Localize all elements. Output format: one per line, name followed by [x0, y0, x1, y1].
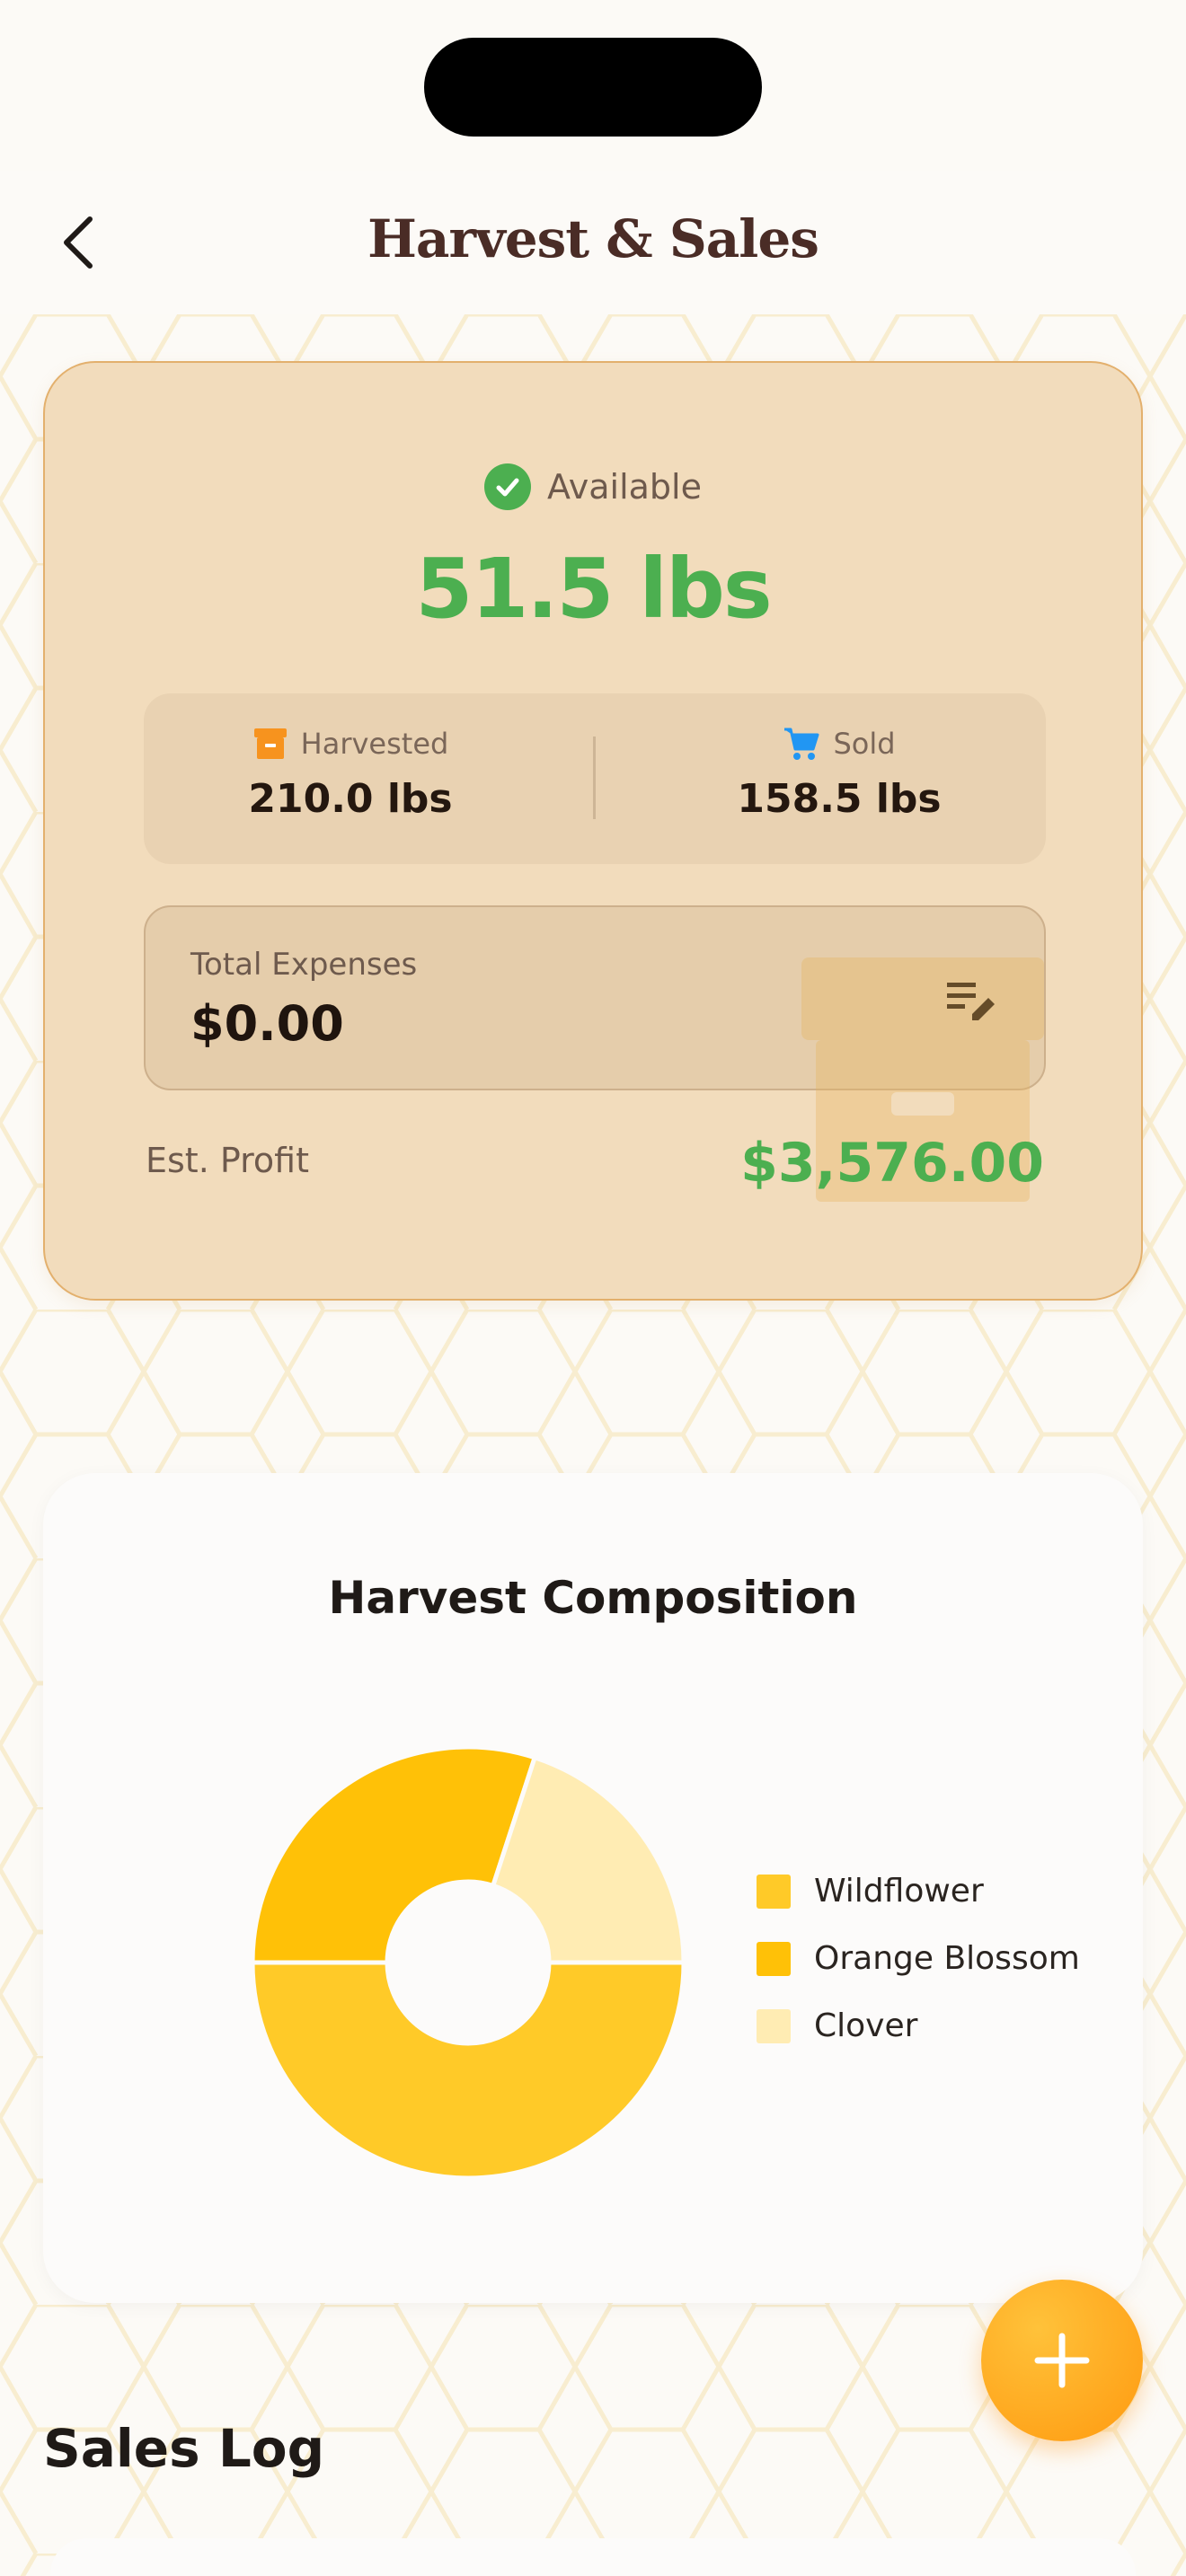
available-row: Available — [45, 463, 1141, 510]
stats-divider — [593, 737, 596, 819]
sold-stat: Sold 158.5 lbs — [633, 726, 1046, 822]
legend-swatch — [757, 1874, 791, 1909]
available-value: 51.5 lbs — [415, 541, 772, 637]
check-circle-icon — [483, 463, 531, 510]
harvested-stat: Harvested 210.0 lbs — [144, 726, 557, 822]
shopping-cart-icon — [784, 728, 819, 760]
expenses-value: $0.00 — [190, 995, 344, 1052]
profit-label: Est. Profit — [146, 1141, 309, 1180]
harvest-composition-card: Harvest Composition Wildflower Orange Blo… — [43, 1473, 1143, 2303]
page-title: Harvest & Sales — [367, 208, 819, 269]
inventory-summary-card: Available 51.5 lbs Harvested 210.0 lbs S… — [43, 361, 1143, 1301]
legend-swatch — [757, 1941, 791, 1976]
donut-slice-orange-blossom — [250, 1744, 538, 1965]
header-bar: Harvest & Sales — [0, 171, 1186, 314]
legend-label: Orange Blossom — [814, 1940, 1080, 1977]
harvested-value: 210.0 lbs — [248, 776, 453, 822]
donut-slice-wildflower — [250, 1960, 686, 2181]
expenses-label: Total Expenses — [190, 947, 418, 983]
sales-log-title: Sales Log — [43, 2418, 325, 2479]
legend-label: Wildflower — [814, 1873, 984, 1910]
available-label: Available — [546, 467, 702, 507]
composition-title: Harvest Composition — [328, 1572, 858, 1624]
add-sale-button[interactable] — [981, 2280, 1143, 2441]
archive-box-icon — [253, 728, 287, 759]
legend-swatch — [757, 2008, 791, 2043]
legend-item: Wildflower — [757, 1857, 1080, 1925]
dynamic-island — [424, 38, 762, 137]
sold-value: 158.5 lbs — [737, 776, 942, 822]
legend-label: Clover — [814, 2007, 918, 2044]
stats-box: Harvested 210.0 lbs Sold 158.5 lbs — [144, 693, 1046, 864]
legend-item: Clover — [757, 1992, 1080, 2060]
page: Harvest & Sales Available 51.5 lbs Harve… — [0, 0, 1186, 2576]
profit-value: $3,576.00 — [740, 1132, 1044, 1195]
plus-icon — [1034, 2333, 1090, 2388]
legend-item: Orange Blossom — [757, 1925, 1080, 1992]
sales-log-card — [50, 2538, 1136, 2576]
harvested-label: Harvested — [300, 727, 449, 761]
sold-label: Sold — [833, 727, 896, 761]
donut-chart — [250, 1744, 686, 2181]
chart-legend: Wildflower Orange Blossom Clover — [757, 1857, 1080, 2060]
